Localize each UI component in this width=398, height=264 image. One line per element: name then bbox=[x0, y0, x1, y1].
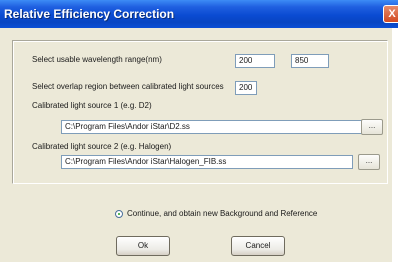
continue-option-radio[interactable] bbox=[115, 210, 123, 218]
ok-button[interactable]: Ok bbox=[116, 236, 170, 256]
overlap-region-input[interactable]: 200 bbox=[235, 81, 257, 95]
radio-selected-dot bbox=[118, 213, 120, 215]
wavelength-range-label: Select usable wavelength range(nm) bbox=[32, 55, 162, 64]
continue-option-label[interactable]: Continue, and obtain new Background and … bbox=[127, 209, 317, 218]
source2-path-input[interactable]: C:\Program Files\Andor iStar\Halogen_FIB… bbox=[61, 155, 353, 169]
dialog-window: Relative Efficiency Correction X Select … bbox=[0, 0, 398, 262]
close-icon: X bbox=[388, 8, 396, 20]
title-bar[interactable]: Relative Efficiency Correction X bbox=[0, 0, 398, 28]
source1-path-input[interactable]: C:\Program Files\Andor iStar\D2.ss bbox=[61, 120, 372, 134]
wavelength-max-input[interactable]: 850 bbox=[291, 54, 329, 68]
source2-label: Calibrated light source 2 (e.g. Halogen) bbox=[32, 142, 172, 151]
close-button[interactable]: X bbox=[383, 5, 398, 23]
overlap-region-label: Select overlap region between calibrated… bbox=[32, 82, 224, 91]
source1-browse-button[interactable]: ... bbox=[361, 119, 383, 135]
source1-label: Calibrated light source 1 (e.g. D2) bbox=[32, 101, 152, 110]
wavelength-min-input[interactable]: 200 bbox=[235, 54, 275, 68]
window-title: Relative Efficiency Correction bbox=[4, 7, 175, 21]
source2-browse-button[interactable]: ... bbox=[358, 154, 380, 170]
cancel-button[interactable]: Cancel bbox=[231, 236, 285, 256]
